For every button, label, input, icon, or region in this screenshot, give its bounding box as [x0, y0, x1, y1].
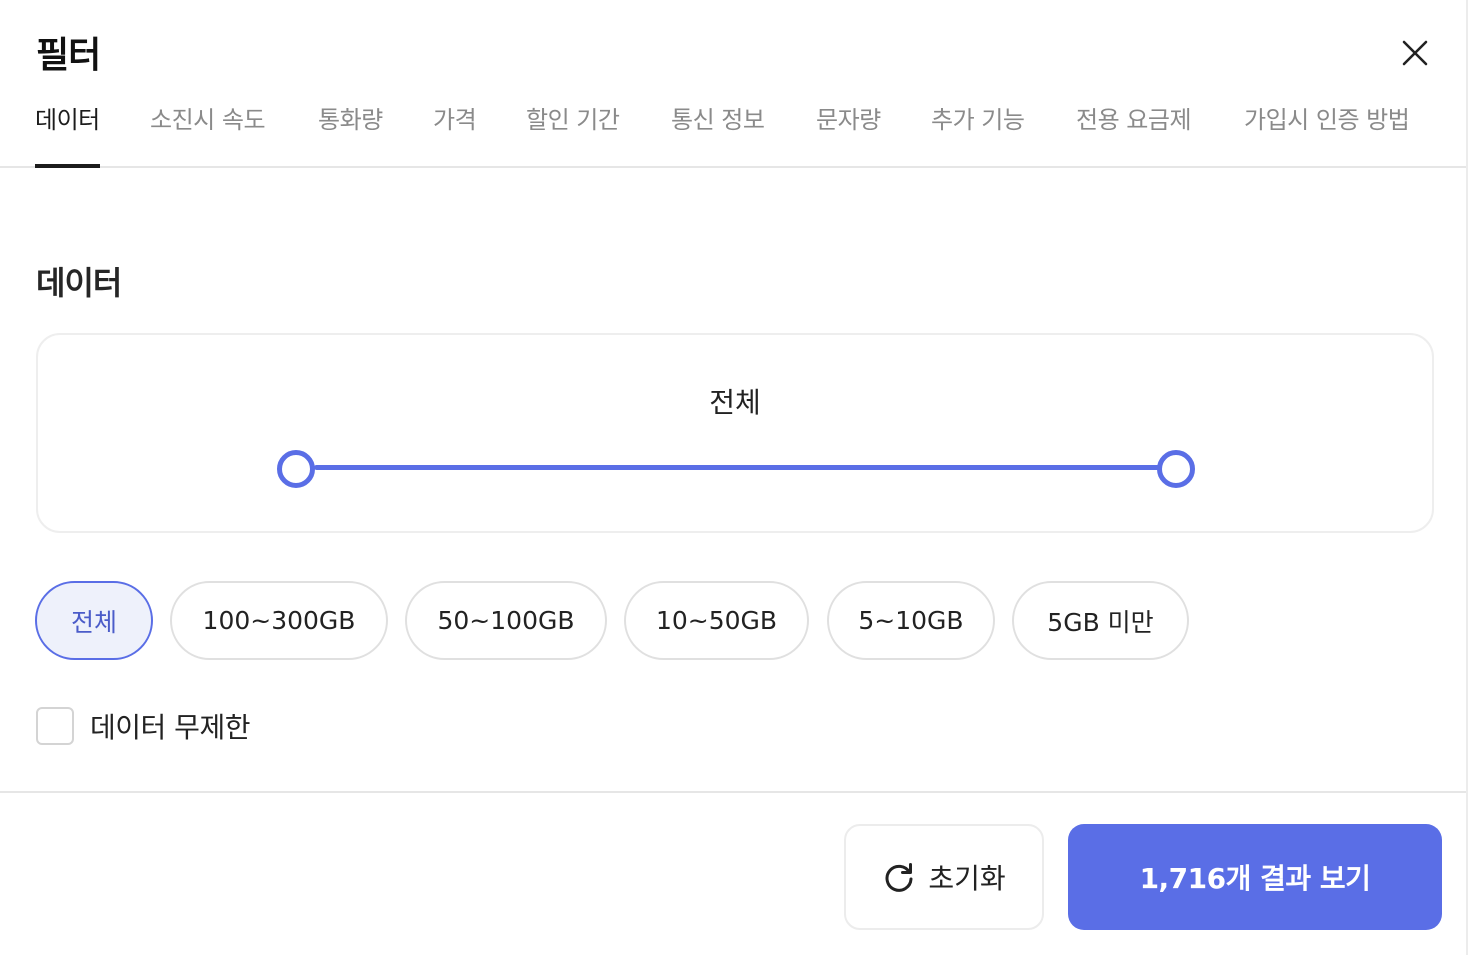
tab-sms-volume[interactable]: 문자량: [816, 100, 881, 168]
unlimited-data-checkbox[interactable]: [36, 707, 74, 745]
chip-under-5gb[interactable]: 5GB 미만: [1012, 581, 1189, 660]
chip-50-100gb[interactable]: 50~100GB: [405, 581, 607, 660]
reset-button[interactable]: 초기화: [844, 824, 1044, 930]
apply-results-button[interactable]: 1,716개 결과 보기: [1068, 824, 1442, 930]
tab-exclusive-plans[interactable]: 전용 요금제: [1076, 100, 1192, 168]
chip-5-10gb[interactable]: 5~10GB: [827, 581, 995, 660]
range-track[interactable]: [314, 465, 1194, 470]
tab-call-volume[interactable]: 통화량: [318, 100, 383, 168]
unlimited-data-option[interactable]: 데이터 무제한: [36, 706, 250, 746]
footer-divider: [0, 791, 1468, 793]
chip-10-50gb[interactable]: 10~50GB: [624, 581, 809, 660]
reset-label: 초기화: [928, 862, 1006, 895]
tab-discount-period[interactable]: 할인 기간: [526, 100, 620, 168]
section-title: 데이터: [36, 264, 122, 302]
range-min-handle[interactable]: [277, 450, 315, 488]
tab-throttle-speed[interactable]: 소진시 속도: [150, 100, 266, 168]
tab-signup-verification[interactable]: 가입시 인증 방법: [1244, 100, 1410, 168]
tab-extra-features[interactable]: 추가 기능: [931, 100, 1025, 168]
refresh-icon: [885, 863, 913, 892]
range-value-label: 전체: [709, 386, 761, 419]
close-button[interactable]: [1396, 34, 1434, 72]
range-max-handle[interactable]: [1157, 450, 1195, 488]
unlimited-data-label: 데이터 무제한: [90, 711, 250, 744]
tab-price[interactable]: 가격: [433, 100, 477, 168]
data-range-card: 전체: [36, 333, 1434, 533]
chip-all[interactable]: 전체: [35, 581, 153, 660]
filter-tabs: 데이터 소진시 속도 통화량 가격 할인 기간 통신 정보 문자량 추가 기능 …: [0, 96, 1468, 168]
tab-carrier-info[interactable]: 통신 정보: [671, 100, 765, 168]
page-title: 필터: [36, 35, 101, 76]
tab-data[interactable]: 데이터: [35, 100, 100, 168]
chip-100-300gb[interactable]: 100~300GB: [170, 581, 388, 660]
close-icon: [1402, 40, 1428, 66]
